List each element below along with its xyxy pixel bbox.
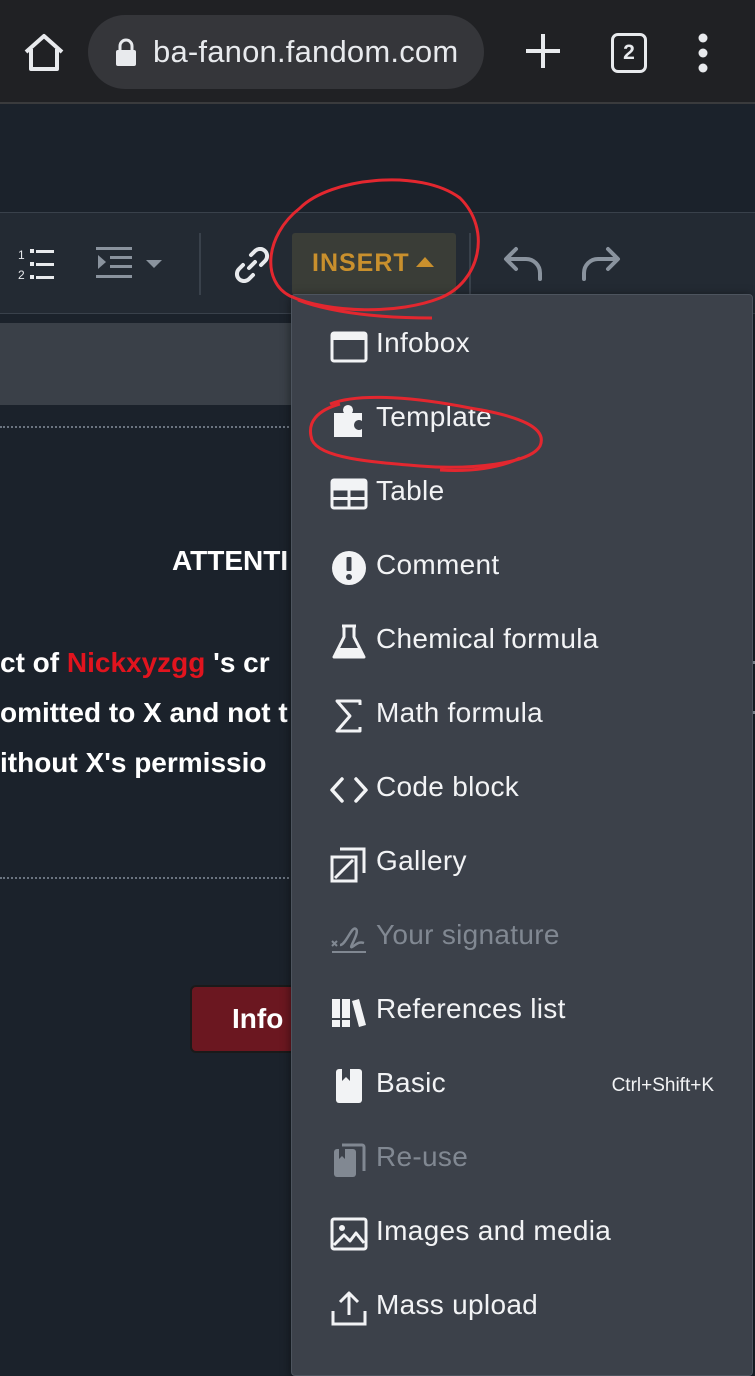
gallery-icon (330, 847, 366, 883)
lock-icon (116, 38, 136, 66)
exclamation-circle-icon (332, 551, 366, 585)
url-text: ba-fanon.fandom.com (153, 34, 459, 69)
attention-heading: ATTENTI (172, 545, 289, 576)
browser-toolbar: ba-fanon.fandom.com 2 (0, 0, 755, 104)
content-banner (0, 323, 300, 405)
redo-icon[interactable] (580, 243, 622, 283)
menu-item-label: Chemical formula (376, 623, 599, 654)
menu-item-label: Infobox (376, 327, 470, 358)
insert-button-label: INSERT (312, 249, 410, 277)
menu-item-label: Template (376, 401, 493, 432)
link-icon[interactable] (234, 247, 270, 283)
menu-item-label: Basic (376, 1067, 446, 1098)
menu-item-math-formula[interactable]: Math formula (292, 679, 752, 753)
menu-item-your-signature: Your signature (292, 901, 752, 975)
reuse-icon (334, 1143, 366, 1177)
menu-item-re-use: Re-use (292, 1123, 752, 1197)
numbered-list-icon[interactable]: 1 2 (18, 247, 56, 281)
notice-line-1: ct of Nickxyzgg 's cr (0, 647, 270, 679)
menu-item-infobox[interactable]: Infobox (292, 309, 752, 383)
sigma-icon (335, 699, 362, 733)
caret-up-icon (416, 257, 434, 267)
keyboard-shortcut: Ctrl+Shift+K (611, 1075, 714, 1096)
menu-item-table[interactable]: Table (292, 457, 752, 531)
address-bar[interactable]: ba-fanon.fandom.com (88, 15, 484, 89)
references-icon (332, 999, 366, 1027)
menu-item-label: Mass upload (376, 1289, 539, 1320)
insert-button[interactable]: INSERT (292, 233, 456, 295)
menu-item-label: References list (376, 993, 566, 1024)
menu-item-chemical-formula[interactable]: Chemical formula (292, 605, 752, 679)
upload-icon (331, 1291, 367, 1326)
insert-menu: Infobox Template Table Comment Chemical … (291, 294, 753, 1376)
dotted-divider (0, 877, 300, 879)
signature-icon (331, 927, 366, 953)
menu-item-references-list[interactable]: References list (292, 975, 752, 1049)
notice-text: ct of (0, 647, 67, 678)
code-icon (330, 777, 368, 803)
table-icon (330, 478, 368, 510)
menu-item-label: Code block (376, 771, 520, 802)
svg-text:1: 1 (18, 248, 25, 262)
menu-item-label: Table (376, 475, 445, 506)
menu-item-label: Math formula (376, 697, 543, 728)
infobox-icon (330, 331, 368, 363)
username-link[interactable]: Nickxyzgg (67, 647, 206, 678)
overflow-menu-icon[interactable] (690, 30, 716, 76)
menu-item-basic[interactable]: Basic Ctrl+Shift+K (292, 1049, 752, 1123)
menu-item-gallery[interactable]: Gallery (292, 827, 752, 901)
toolbar-divider (199, 233, 201, 295)
menu-item-label: Re-use (376, 1141, 469, 1172)
notice-line-2: omitted to X and not t (0, 697, 288, 728)
menu-item-label: Gallery (376, 845, 467, 876)
flask-icon (332, 624, 366, 659)
puzzle-piece-icon (334, 405, 362, 437)
page-header (0, 104, 755, 212)
svg-text:2: 2 (18, 268, 25, 281)
image-icon (330, 1217, 368, 1251)
menu-item-comment[interactable]: Comment (292, 531, 752, 605)
toolbar-divider (469, 233, 471, 295)
menu-item-code-block[interactable]: Code block (292, 753, 752, 827)
tab-switcher-icon[interactable]: 2 (611, 33, 647, 73)
home-icon[interactable] (22, 32, 66, 72)
plus-icon[interactable] (520, 28, 566, 74)
indent-icon[interactable] (96, 247, 164, 279)
menu-item-template[interactable]: Template (292, 383, 752, 457)
menu-item-label: Images and media (376, 1215, 612, 1246)
notice-text: 's cr (205, 647, 270, 678)
undo-icon[interactable] (502, 243, 544, 283)
dotted-divider (0, 426, 300, 428)
bookmark-icon (336, 1069, 362, 1103)
menu-item-label: Your signature (376, 919, 560, 950)
menu-item-label: Comment (376, 549, 500, 580)
menu-item-mass-upload[interactable]: Mass upload (292, 1271, 752, 1345)
info-button-label: Info (232, 1003, 284, 1034)
notice-line-3: ithout X's permissio (0, 747, 267, 778)
menu-item-images-and-media[interactable]: Images and media (292, 1197, 752, 1271)
